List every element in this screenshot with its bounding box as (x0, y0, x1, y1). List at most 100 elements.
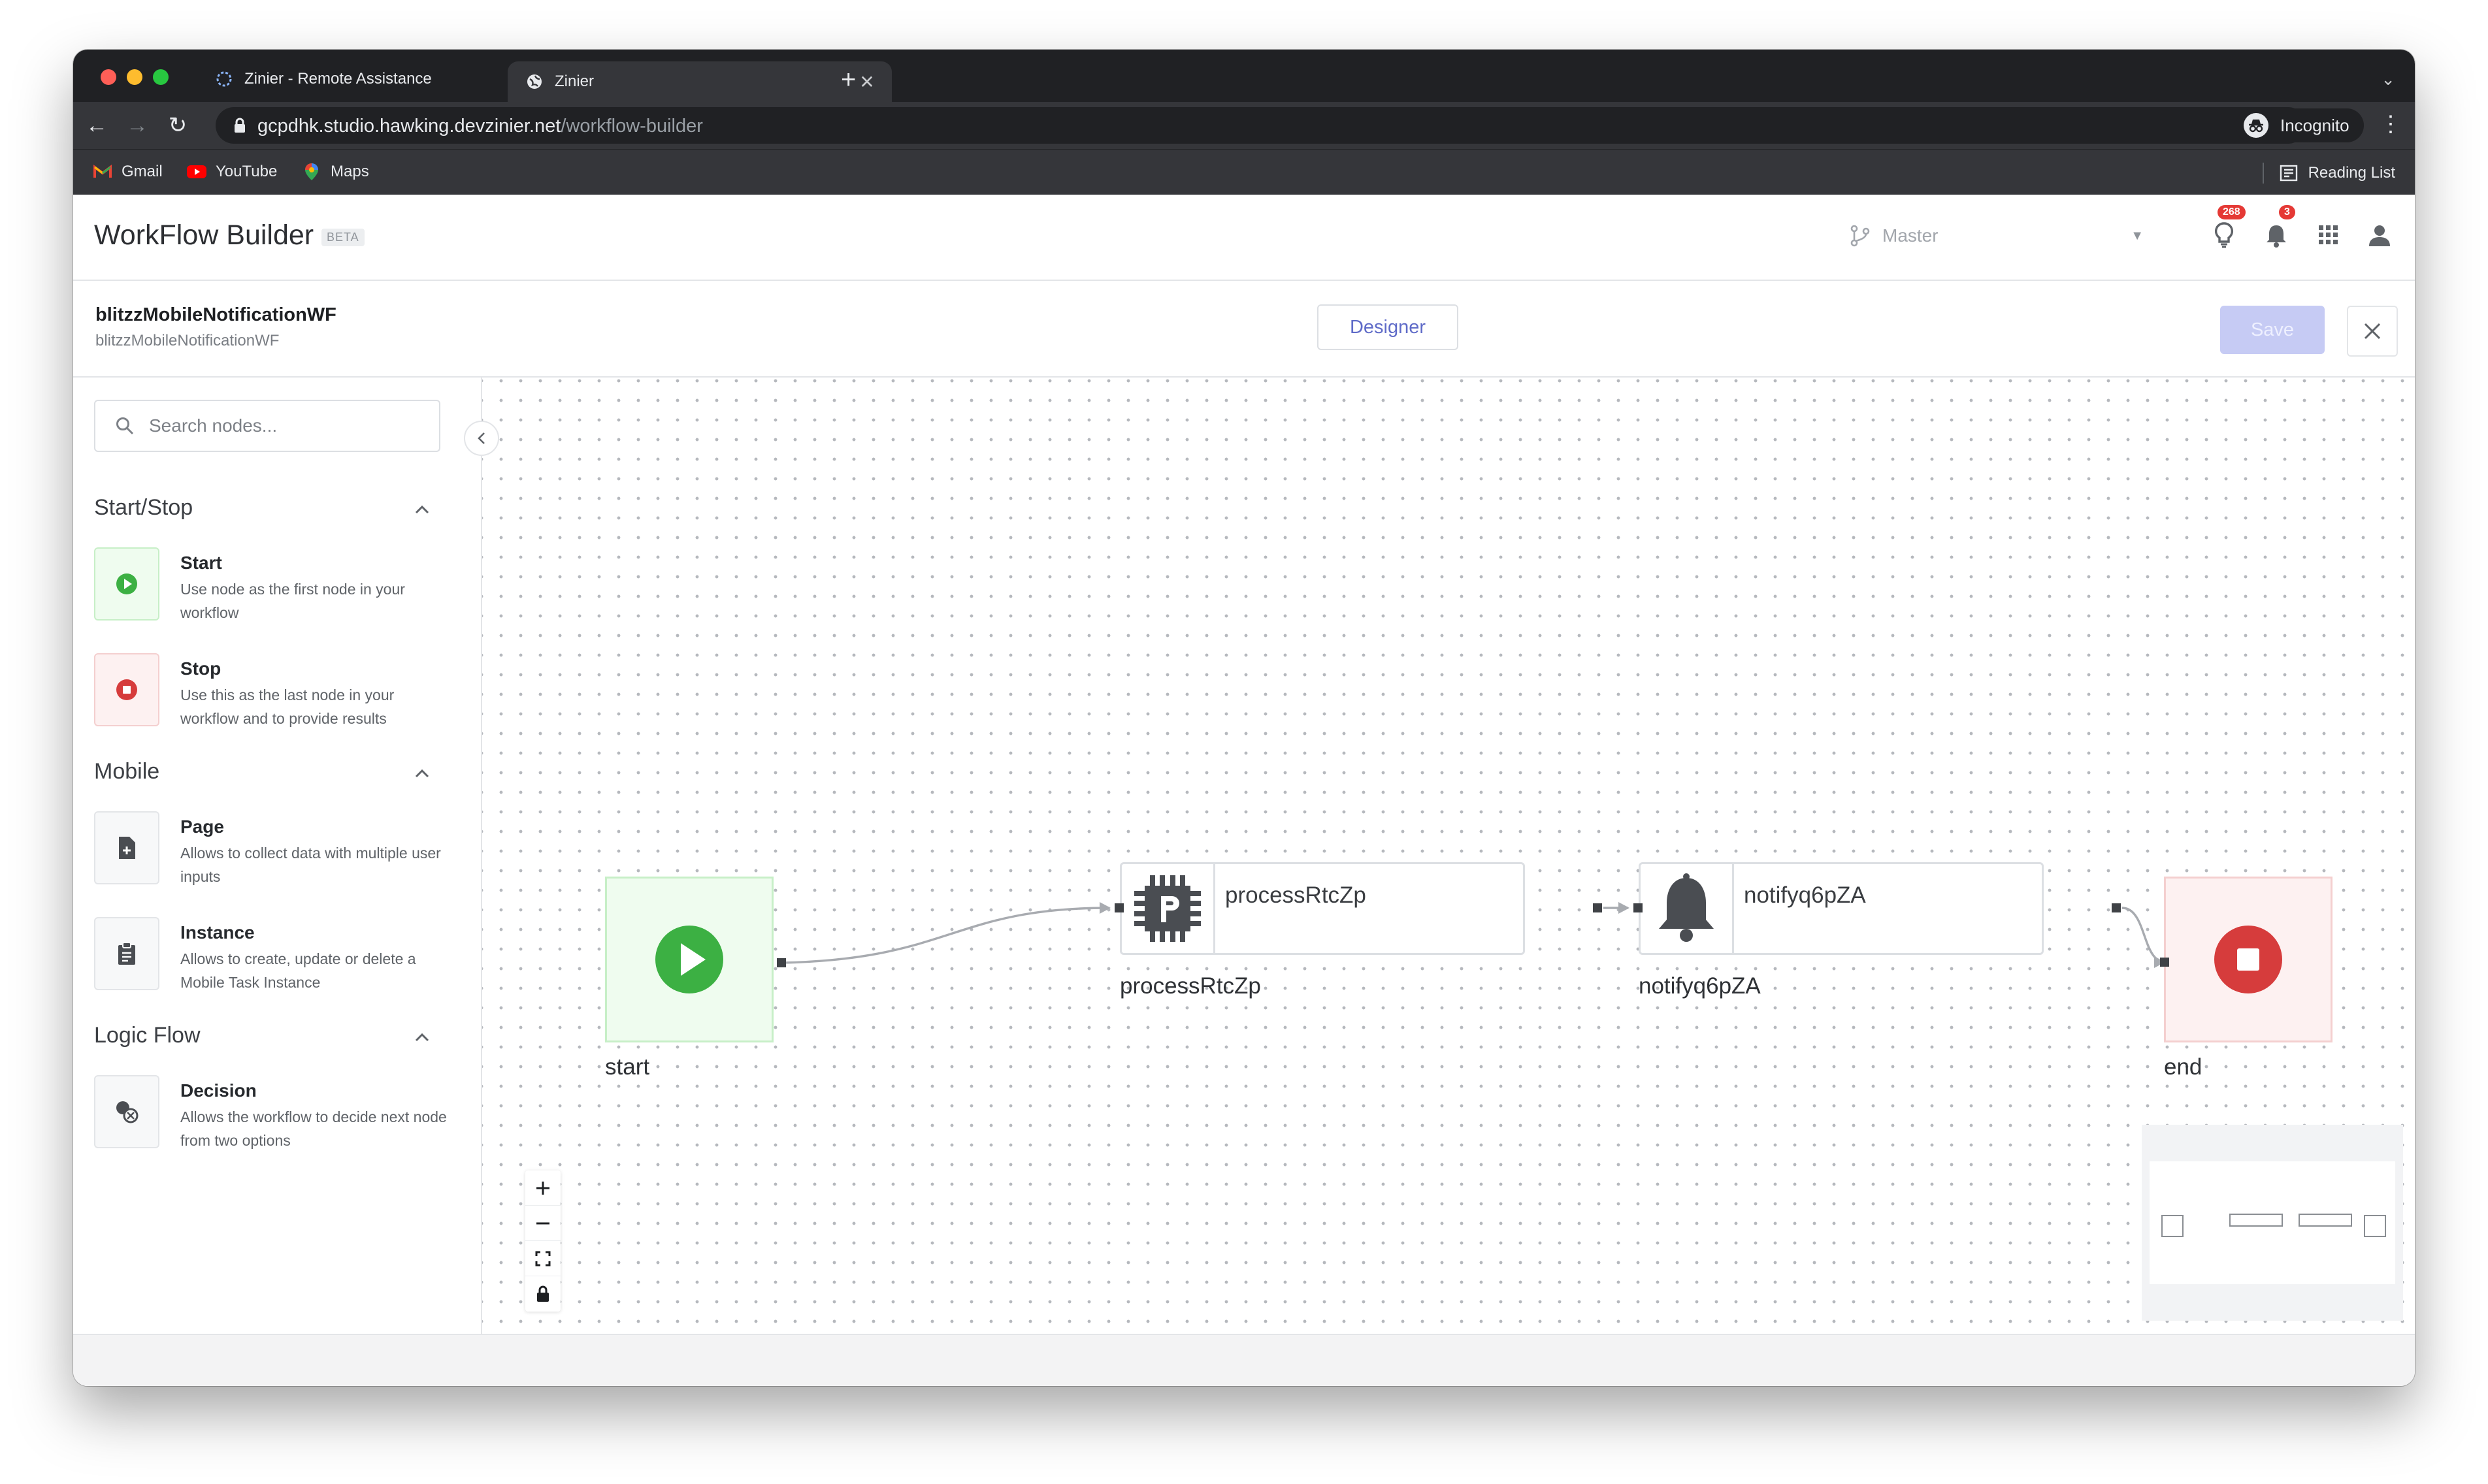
decision-icon (94, 1075, 159, 1148)
gmail-icon (93, 164, 112, 180)
app-header: WorkFlow Builder BETA Master ▼ 268 3 (73, 195, 2415, 281)
fit-view-icon[interactable] (525, 1241, 561, 1276)
browser-window: Zinier - Remote Assistance ✕ Zinier ✕ + … (73, 50, 2415, 1386)
new-tab-icon[interactable]: + (841, 67, 856, 93)
chevron-up-icon[interactable] (410, 498, 434, 521)
workflow-node-end[interactable] (2164, 877, 2332, 1042)
palette-item-description: Allows the workflow to decide next node … (180, 1108, 447, 1149)
youtube-icon (187, 164, 206, 180)
section-title-logic-flow: Logic Flow (94, 1023, 201, 1048)
palette-item-description: Use node as the first node in your workf… (180, 581, 405, 621)
save-button[interactable]: Save (2220, 306, 2325, 354)
palette-item-stop[interactable]: Stop Use this as the last node in your w… (94, 653, 460, 732)
workflow-canvas[interactable]: start processRtcZp processRtcZp notifyq6… (482, 378, 2415, 1334)
search-icon (116, 417, 134, 435)
palette-item-name: Decision (180, 1080, 257, 1101)
chevron-up-icon[interactable] (410, 762, 434, 785)
apps-grid-icon[interactable] (2313, 219, 2344, 251)
lock-icon[interactable] (525, 1276, 561, 1312)
back-icon[interactable]: ← (82, 111, 111, 140)
zoom-out-icon[interactable] (525, 1206, 561, 1241)
bookmark-maps[interactable]: Maps (302, 163, 369, 181)
output-port[interactable] (2112, 903, 2121, 912)
incognito-profile-button[interactable]: Incognito (2236, 108, 2364, 142)
palette-item-name: Page (180, 816, 224, 837)
beta-badge: BETA (321, 229, 365, 246)
zoom-controls (525, 1170, 561, 1312)
workflow-builder-app: WorkFlow Builder BETA Master ▼ 268 3 bli… (73, 195, 2415, 1386)
minimap-node (2364, 1215, 2386, 1237)
incognito-icon (2244, 113, 2268, 138)
palette-item-instance[interactable]: Instance Allows to create, update or del… (94, 917, 460, 995)
palette-item-start[interactable]: Start Use node as the first node in your… (94, 547, 460, 626)
palette-item-decision[interactable]: Decision Allows the workflow to decide n… (94, 1075, 460, 1153)
tab-title: Zinier - Remote Assistance (244, 70, 432, 88)
forward-icon[interactable]: → (123, 111, 152, 140)
palette-item-description: Use this as the last node in your workfl… (180, 686, 395, 727)
minimize-window-button[interactable] (127, 69, 142, 85)
reading-list-button[interactable]: Reading List (2262, 163, 2395, 184)
address-bar[interactable]: gcpdhk.studio.hawking.devzinier.net/work… (216, 107, 2306, 144)
input-port[interactable] (2160, 958, 2169, 967)
maps-pin-icon (302, 163, 321, 180)
processor-chip-icon (1122, 864, 1215, 953)
close-icon[interactable] (2347, 306, 2398, 357)
output-port[interactable] (1593, 903, 1602, 912)
notifications-count-badge: 3 (2279, 205, 2295, 219)
caret-down-icon: ▼ (2131, 229, 2144, 243)
reload-icon[interactable]: ↻ (163, 111, 192, 140)
section-title-start-stop: Start/Stop (94, 495, 193, 520)
stop-icon (2214, 926, 2282, 993)
minimap-viewport (2150, 1161, 2395, 1284)
ideas-count-badge: 268 (2218, 205, 2246, 219)
chevron-down-icon[interactable]: ⌄ (2381, 69, 2395, 89)
close-window-button[interactable] (101, 69, 116, 85)
minimap-node (2299, 1214, 2352, 1227)
minimap-node (2161, 1215, 2184, 1237)
lightbulb-icon[interactable]: 268 (2208, 205, 2246, 251)
workflow-node-start[interactable] (605, 877, 774, 1042)
browser-menu-icon[interactable]: ⋮ (2380, 111, 2402, 137)
input-port[interactable] (1115, 903, 1124, 912)
user-avatar-icon[interactable] (2364, 219, 2395, 251)
output-port[interactable] (777, 958, 786, 967)
node-palette-sidebar: Start/Stop Start Use node as the first n… (73, 378, 482, 1334)
bookmark-youtube[interactable]: YouTube (187, 163, 277, 181)
palette-item-name: Start (180, 553, 222, 573)
browser-toolbar: ← → ↻ gcpdhk.studio.hawking.devzinier.ne… (73, 102, 2415, 149)
tab-zinier[interactable]: Zinier ✕ (508, 61, 892, 102)
close-tab-icon[interactable]: ✕ (858, 71, 876, 93)
git-branch-icon (1850, 225, 1870, 247)
footer-strip (73, 1334, 2415, 1386)
maximize-window-button[interactable] (153, 69, 169, 85)
node-caption-start: start (605, 1054, 650, 1080)
chevron-left-icon (478, 432, 485, 444)
tab-title: Zinier (555, 73, 595, 90)
section-title-mobile: Mobile (94, 759, 160, 784)
designer-button[interactable]: Designer (1317, 304, 1458, 350)
zoom-in-icon[interactable] (525, 1170, 561, 1206)
node-label: processRtcZp (1225, 882, 1366, 908)
palette-item-page[interactable]: Page Allows to collect data with multipl… (94, 811, 460, 890)
browser-chrome: Zinier - Remote Assistance ✕ Zinier ✕ + … (73, 50, 2415, 195)
branch-select[interactable]: Master ▼ (1834, 213, 2161, 259)
bookmark-gmail[interactable]: Gmail (93, 163, 163, 181)
page-title: WorkFlow Builder (94, 219, 314, 251)
bell-icon (1641, 864, 1734, 953)
search-input[interactable] (148, 415, 412, 437)
stop-icon (94, 653, 159, 726)
chevron-up-icon[interactable] (410, 1025, 434, 1049)
minimap[interactable] (2142, 1125, 2403, 1321)
workflow-name: blitzzMobileNotificationWF (95, 304, 336, 325)
collapse-sidebar-button[interactable] (464, 421, 499, 456)
divider (2262, 163, 2264, 184)
search-box[interactable] (94, 400, 440, 452)
edges-layer (782, 902, 2166, 968)
bell-icon[interactable]: 3 (2261, 205, 2295, 251)
workflow-node-notify[interactable]: notifyq6pZA (1639, 862, 2044, 955)
play-icon (94, 547, 159, 621)
edge-start-to-process (782, 907, 1110, 964)
reading-list-icon (2280, 165, 2297, 182)
input-port[interactable] (1633, 903, 1643, 912)
workflow-node-process[interactable]: processRtcZp (1120, 862, 1525, 955)
